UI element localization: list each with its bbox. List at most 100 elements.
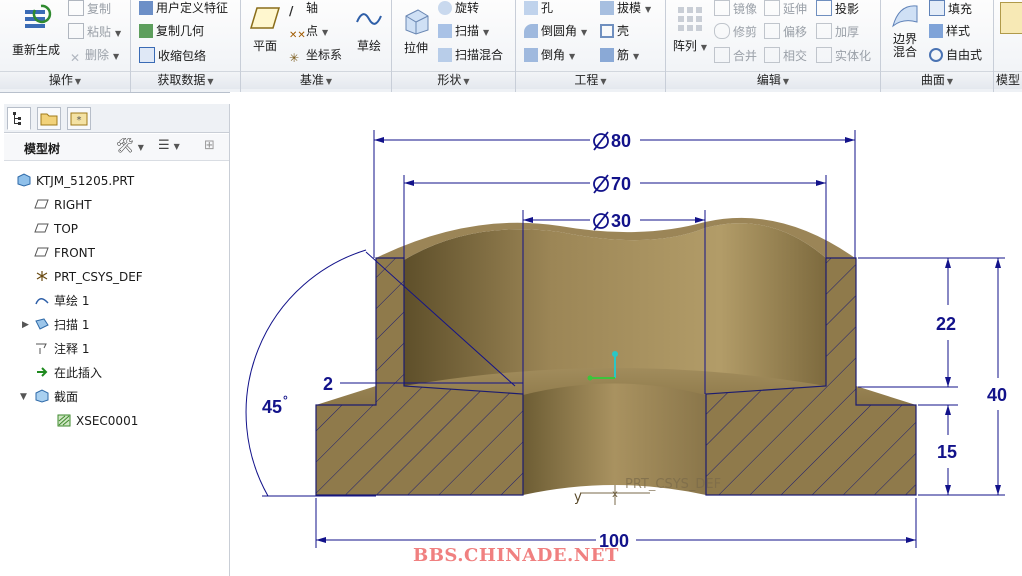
collapse-section-icon[interactable]: ▼ bbox=[20, 392, 27, 402]
group-shapes-label[interactable]: 形状 ▼ bbox=[392, 71, 515, 89]
tab-model-tree[interactable] bbox=[7, 107, 31, 130]
datum-plane-icon bbox=[34, 247, 49, 257]
tree-item-section[interactable]: 截面 bbox=[34, 388, 78, 406]
dim-angle-45[interactable]: 45 bbox=[262, 397, 282, 417]
datum-plane-icon bbox=[34, 199, 49, 209]
copy-geometry-button[interactable]: 复制几何 bbox=[139, 23, 204, 39]
group-model-intent: 模型 bbox=[994, 0, 1022, 92]
group-surfaces: 边界混合 填充 样式 自由式 曲面 ▼ bbox=[881, 0, 994, 92]
swept-blend-button[interactable]: 扫描混合 bbox=[438, 47, 503, 63]
boundary-blend-icon bbox=[892, 5, 918, 28]
group-editing: 阵列 ▼ 镜像 修剪 合并 延伸 偏移 相交 投影 加厚 实体化 编辑 ▼ bbox=[666, 0, 881, 92]
tree-item-annotation[interactable]: 注释 1 bbox=[34, 340, 89, 358]
model-tree-title: 模型树 bbox=[24, 142, 61, 156]
copy-icon bbox=[68, 0, 84, 16]
revolve-button[interactable]: 旋转 bbox=[438, 0, 479, 16]
regenerate-button[interactable]: 重新生成 bbox=[8, 4, 64, 58]
round-icon bbox=[524, 24, 538, 38]
point-button[interactable]: ✕✕点 ▼ bbox=[289, 23, 328, 42]
style-button[interactable]: 样式 bbox=[929, 23, 970, 39]
shell-button[interactable]: 壳 bbox=[600, 23, 629, 39]
delete-icon: ✕ bbox=[69, 51, 81, 65]
tree-item-top[interactable]: TOP bbox=[34, 220, 78, 238]
chamfer-icon bbox=[524, 48, 538, 62]
model-intent-icon[interactable] bbox=[1000, 2, 1022, 34]
dim-thickness-2[interactable]: 2 bbox=[323, 374, 333, 394]
draft-button[interactable]: 拔模 ▼ bbox=[600, 0, 651, 18]
csys-icon: ✳ bbox=[289, 51, 300, 65]
tree-settings-icon[interactable]: 🛠 ▼ bbox=[116, 138, 144, 154]
paste-button[interactable]: 粘贴 ▼ bbox=[68, 23, 121, 42]
fill-button[interactable]: 填充 bbox=[929, 0, 972, 17]
tab-folder-browser[interactable] bbox=[37, 107, 61, 130]
udf-icon bbox=[139, 1, 153, 15]
offset-button[interactable]: 偏移 bbox=[764, 23, 807, 40]
group-surfaces-label[interactable]: 曲面 ▼ bbox=[881, 71, 993, 89]
tree-columns-icon[interactable]: ☰ ▼ bbox=[158, 138, 180, 153]
extend-icon bbox=[764, 0, 780, 16]
sketch-button[interactable]: 草绘 bbox=[351, 4, 387, 54]
model-view[interactable]: 80 70 30 22 40 15 100 2 45 ° x y PRT_CSY… bbox=[230, 92, 1022, 576]
datum-plane-icon bbox=[34, 223, 49, 233]
tree-item-insert-here[interactable]: 在此插入 bbox=[34, 364, 102, 382]
tree-item-sweep[interactable]: 扫描 1 bbox=[34, 316, 89, 334]
mirror-icon bbox=[714, 0, 730, 16]
extrude-button[interactable]: 拉伸 bbox=[396, 4, 436, 56]
hole-button[interactable]: 孔 bbox=[524, 0, 553, 16]
group-operations-label[interactable]: 操作 ▼ bbox=[0, 71, 130, 89]
merge-button[interactable]: 合并 bbox=[714, 47, 757, 64]
plane-button[interactable]: 平面 bbox=[245, 4, 285, 54]
trim-button[interactable]: 修剪 bbox=[714, 23, 757, 40]
axis-button[interactable]: / 轴 bbox=[289, 0, 318, 18]
thicken-button[interactable]: 加厚 bbox=[816, 23, 859, 40]
sketch-icon bbox=[356, 13, 382, 25]
annotation-icon bbox=[36, 343, 47, 354]
group-model-intent-label[interactable]: 模型 bbox=[994, 71, 1022, 89]
rib-button[interactable]: 筋 ▼ bbox=[600, 47, 639, 65]
expand-sweep-icon[interactable]: ▶ bbox=[22, 320, 29, 330]
dim-diameter-30[interactable]: 30 bbox=[611, 211, 631, 231]
solidify-button[interactable]: 实体化 bbox=[816, 47, 871, 64]
tree-item-csys[interactable]: PRT_CSYS_DEF bbox=[34, 268, 143, 286]
dim-height-40[interactable]: 40 bbox=[987, 385, 1007, 405]
tab-favorites[interactable]: * bbox=[67, 107, 91, 130]
paste-icon bbox=[68, 23, 84, 39]
sweep-icon bbox=[35, 318, 49, 330]
dim-height-22[interactable]: 22 bbox=[936, 314, 956, 334]
copy-geometry-icon bbox=[139, 24, 153, 38]
csys-label: PRT_CSYS_DEF bbox=[625, 477, 721, 492]
chamfer-button[interactable]: 倒角 ▼ bbox=[524, 47, 575, 65]
intersect-button[interactable]: 相交 bbox=[764, 47, 807, 64]
diameter-symbols bbox=[593, 131, 609, 231]
folder-icon bbox=[40, 113, 58, 126]
dim-diameter-70[interactable]: 70 bbox=[611, 174, 631, 194]
delete-button[interactable]: ✕ 删除 ▼ bbox=[68, 47, 119, 65]
mirror-button[interactable]: 镜像 bbox=[714, 0, 757, 17]
project-button[interactable]: 投影 bbox=[816, 0, 859, 17]
graphics-window[interactable]: 80 70 30 22 40 15 100 2 45 ° x y PRT_CSY… bbox=[230, 92, 1022, 576]
shell-icon bbox=[600, 24, 614, 38]
pattern-button[interactable]: 阵列 ▼ bbox=[670, 4, 710, 54]
copy-button[interactable]: 复制 bbox=[68, 0, 111, 17]
dim-height-15[interactable]: 15 bbox=[937, 442, 957, 462]
tree-item-sketch[interactable]: 草绘 1 bbox=[34, 292, 89, 310]
group-editing-label[interactable]: 编辑 ▼ bbox=[666, 71, 880, 89]
shrinkwrap-button[interactable]: 收缩包络 bbox=[139, 47, 206, 64]
tree-item-front[interactable]: FRONT bbox=[34, 244, 95, 262]
extend-button[interactable]: 延伸 bbox=[764, 0, 807, 17]
csys-button[interactable]: ✳ 坐标系 bbox=[289, 47, 342, 65]
boundary-blend-button[interactable]: 边界混合 bbox=[885, 2, 925, 59]
dim-diameter-80[interactable]: 80 bbox=[611, 131, 631, 151]
group-engineering-label[interactable]: 工程 ▼ bbox=[516, 71, 665, 89]
group-get-data-label[interactable]: 获取数据 ▼ bbox=[131, 71, 240, 89]
udf-button[interactable]: 用户定义特征 bbox=[139, 0, 228, 16]
freestyle-button[interactable]: 自由式 bbox=[929, 47, 982, 63]
round-button[interactable]: 倒圆角 ▼ bbox=[524, 23, 587, 41]
extrude-icon bbox=[405, 9, 429, 35]
tree-item-xsec[interactable]: XSEC0001 bbox=[56, 412, 138, 430]
group-datum-label[interactable]: 基准 ▼ bbox=[241, 71, 391, 89]
tree-filter-icon[interactable]: ⊞ bbox=[204, 138, 215, 153]
sweep-button[interactable]: 扫描 ▼ bbox=[438, 23, 489, 41]
tree-item-right[interactable]: RIGHT bbox=[34, 196, 92, 214]
tree-item-part[interactable]: KTJM_51205.PRT bbox=[16, 172, 134, 190]
